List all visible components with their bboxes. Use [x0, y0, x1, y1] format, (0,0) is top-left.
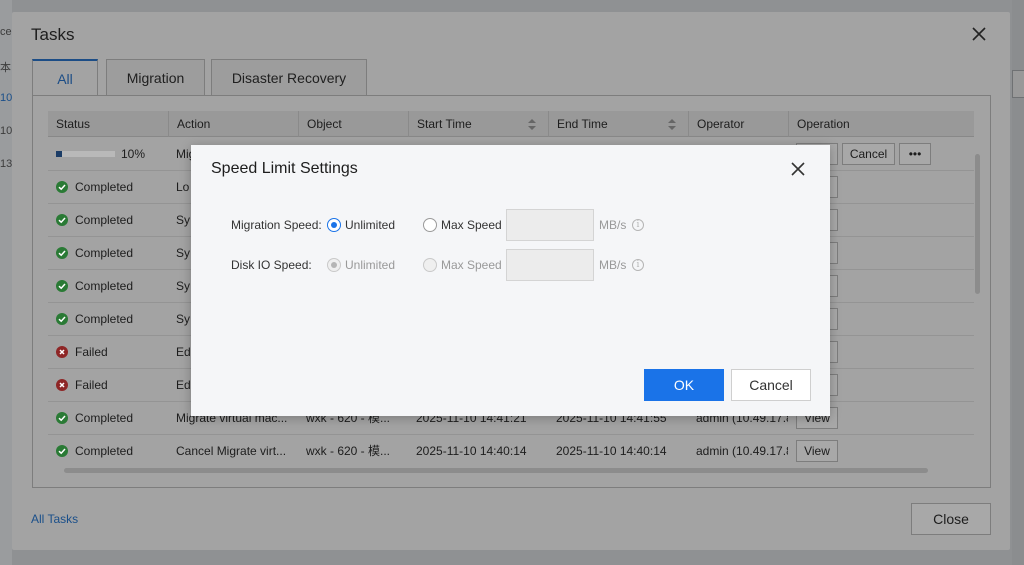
status-text: 10% [121, 147, 146, 161]
status-text: Completed [75, 279, 134, 293]
check-circle-icon [56, 412, 68, 424]
disk-io-speed-unit: MB/s [599, 258, 627, 272]
disk-io-max-speed-radio[interactable] [423, 258, 437, 272]
column-header-operator[interactable]: Operator [688, 111, 788, 137]
status-text: Failed [75, 345, 108, 359]
column-header-end-time-label: End Time [557, 117, 608, 131]
disk-io-unlimited-radio[interactable] [327, 258, 341, 272]
check-circle-icon [56, 313, 68, 325]
status-text: Completed [75, 312, 134, 326]
close-button[interactable]: Close [911, 503, 991, 535]
status-cell: Failed [48, 369, 168, 402]
status-cell: Completed [48, 204, 168, 237]
migration-speed-input[interactable] [506, 209, 594, 241]
speed-limit-modal: Speed Limit Settings Migration Speed: Un… [191, 145, 830, 416]
migration-speed-unit: MB/s [599, 218, 627, 232]
migration-unlimited-radio[interactable] [327, 218, 341, 232]
sort-icon[interactable] [528, 119, 536, 130]
migration-unlimited-label[interactable]: Unlimited [345, 218, 395, 232]
disk-io-speed-input[interactable] [506, 249, 594, 281]
background-fragment: 10 [0, 92, 13, 104]
info-icon[interactable]: i [632, 259, 644, 271]
status-text: Completed [75, 411, 134, 425]
status-cell: Completed [48, 402, 168, 435]
operator-cell: admin (10.49.17.8 [696, 444, 788, 458]
check-circle-icon [56, 247, 68, 259]
horizontal-scrollbar[interactable] [64, 468, 928, 473]
migration-speed-label: Migration Speed: [231, 218, 322, 232]
cancel-task-button[interactable]: Cancel [842, 143, 895, 165]
status-cell: Completed [48, 171, 168, 204]
column-header-action[interactable]: Action [168, 111, 298, 137]
cancel-button[interactable]: Cancel [731, 369, 811, 401]
table-header: Status Action Object Start Time End Time… [48, 111, 974, 137]
all-tasks-link[interactable]: All Tasks [31, 512, 78, 526]
ok-button[interactable]: OK [644, 369, 724, 401]
background-fragment: 10 [0, 125, 13, 137]
disk-io-unlimited-label[interactable]: Unlimited [345, 258, 395, 272]
migration-max-speed-label[interactable]: Max Speed [441, 218, 502, 232]
status-cell: Completed [48, 270, 168, 303]
tab-disaster-recovery[interactable]: Disaster Recovery [211, 59, 367, 95]
background-sidebar [0, 0, 12, 565]
close-icon[interactable] [970, 25, 988, 43]
tab-migration[interactable]: Migration [106, 59, 205, 95]
object-cell: wxk - 620 - 模... [306, 444, 391, 458]
status-text: Failed [75, 378, 108, 392]
status-cell: Completed [48, 303, 168, 336]
background-fragment: 本 [0, 62, 11, 74]
status-cell: Completed [48, 237, 168, 270]
end-time-cell: 2025-11-10 14:40:14 [556, 444, 667, 458]
more-icon[interactable]: ••• [899, 143, 931, 165]
action-cell: Cancel Migrate virt... [176, 444, 287, 458]
table-row[interactable]: Completed Cancel Migrate virt... wxk - 620… [48, 435, 974, 467]
background-fragment: 13 [0, 158, 13, 170]
check-circle-icon [56, 181, 68, 193]
status-cell: Completed [48, 435, 168, 467]
status-text: Completed [75, 246, 134, 260]
status-text: Completed [75, 444, 134, 458]
start-time-cell: 2025-11-10 14:40:14 [416, 444, 527, 458]
column-header-operation[interactable]: Operation [788, 111, 974, 137]
status-cell: 10% [48, 138, 168, 171]
status-text: Completed [75, 213, 134, 227]
column-header-object[interactable]: Object [298, 111, 408, 137]
background-right-control [1012, 70, 1024, 98]
view-button[interactable]: View [796, 440, 838, 462]
column-header-status[interactable]: Status [48, 111, 168, 137]
status-cell: Failed [48, 336, 168, 369]
progress-fill [56, 151, 62, 157]
info-icon[interactable]: i [632, 219, 644, 231]
migration-max-speed-radio[interactable] [423, 218, 437, 232]
close-icon[interactable] [790, 161, 806, 177]
progress-bar [56, 151, 115, 157]
check-circle-icon [56, 445, 68, 457]
check-circle-icon [56, 214, 68, 226]
sort-icon[interactable] [668, 119, 676, 130]
tab-all[interactable]: All [32, 59, 98, 96]
error-circle-icon [56, 346, 68, 358]
column-header-start-time-label: Start Time [417, 117, 472, 131]
status-text: Completed [75, 180, 134, 194]
disk-io-speed-label: Disk IO Speed: [231, 258, 312, 272]
check-circle-icon [56, 280, 68, 292]
vertical-scrollbar[interactable] [975, 154, 980, 294]
error-circle-icon [56, 379, 68, 391]
column-header-end-time[interactable]: End Time [548, 111, 688, 137]
tasks-dialog-title: Tasks [31, 25, 75, 44]
disk-io-max-speed-label[interactable]: Max Speed [441, 258, 502, 272]
modal-title: Speed Limit Settings [211, 160, 358, 177]
column-header-start-time[interactable]: Start Time [408, 111, 548, 137]
